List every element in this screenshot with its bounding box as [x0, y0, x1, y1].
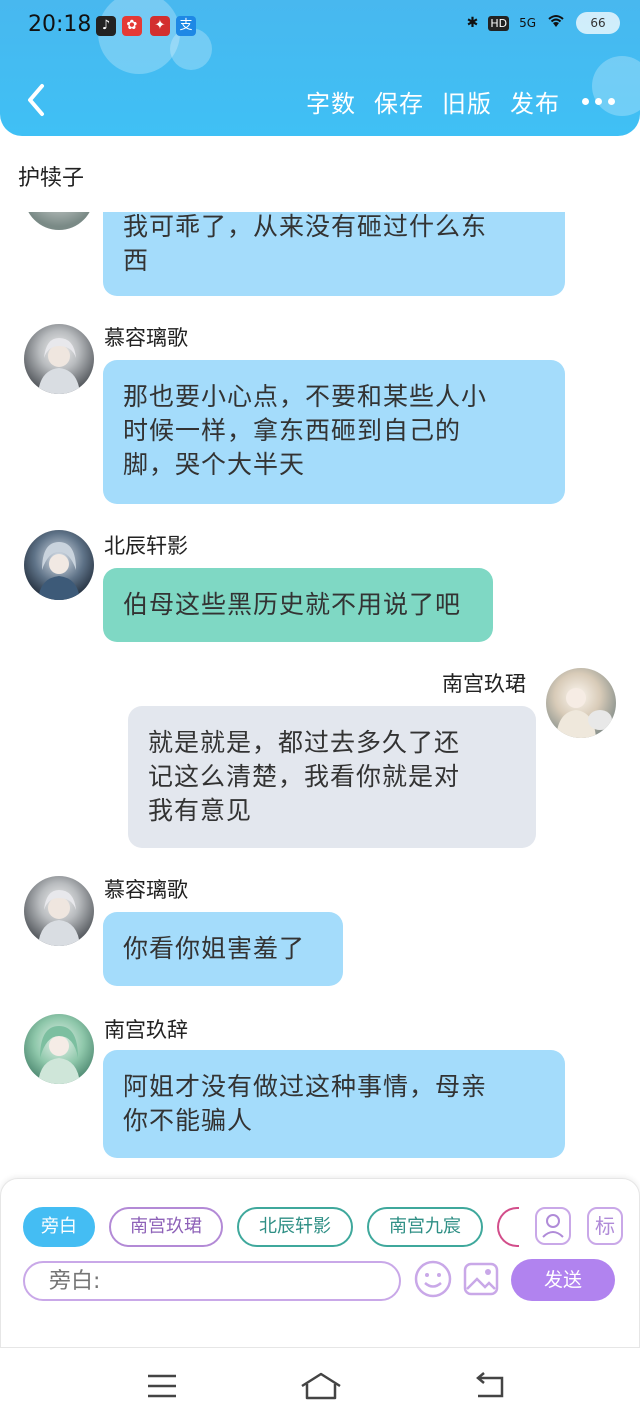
- chat-title: 护犊子: [18, 166, 85, 191]
- message-input-wrapper: [23, 1261, 401, 1301]
- message-line: 我可乖了，从来没有砸过什么东: [123, 212, 488, 241]
- role-chip[interactable]: 南宫玖珺: [109, 1207, 223, 1247]
- home-icon: [301, 1372, 341, 1400]
- message-line: 你不能骗人: [123, 1106, 254, 1135]
- chevron-left-icon: [28, 84, 44, 116]
- speaker-name: 慕容璃歌: [104, 878, 188, 902]
- image-icon: [463, 1262, 499, 1296]
- back-icon: [476, 1372, 504, 1398]
- save-button[interactable]: 保存: [374, 84, 424, 119]
- role-chip[interactable]: 北辰轩影: [237, 1207, 353, 1247]
- emoji-icon: [414, 1260, 452, 1298]
- publish-button[interactable]: 发布: [510, 84, 560, 119]
- character-button[interactable]: [535, 1207, 571, 1245]
- message-line: 时候一样，拿东西砸到自己的: [123, 416, 462, 445]
- screen: 20:18 ♪ ✿ ✦ 支 ✱ HD 5G 66 字数 保存 旧版 发布 护犊子…: [0, 0, 640, 1422]
- tag-button[interactable]: 标: [587, 1207, 623, 1245]
- more-dot: [607, 98, 615, 105]
- tiktok-icon: ♪: [96, 16, 116, 36]
- avatar-portrait-icon: [38, 890, 80, 946]
- speaker-name: 南宫玖辞: [104, 1018, 188, 1042]
- more-dot: [581, 98, 589, 105]
- more-dot: [594, 98, 602, 105]
- back-nav-button[interactable]: [470, 1368, 510, 1404]
- input-panel: 旁白 南宫玖珺 北辰轩影 南宫九宸 标 发送: [0, 1178, 640, 1348]
- header-toolbar: 字数 保存 旧版 发布: [306, 84, 618, 119]
- system-nav-bar: [0, 1348, 640, 1422]
- message-line: 阿姐才没有做过这种事情，母亲: [123, 1072, 488, 1101]
- battery-indicator: 66: [576, 12, 620, 34]
- avatar-portrait-icon: [38, 1026, 80, 1084]
- message-line: 西: [123, 246, 150, 275]
- avatar-murong-lige[interactable]: [24, 324, 94, 394]
- word-count-button[interactable]: 字数: [306, 84, 356, 119]
- message-bubble[interactable]: 你看你姐害羞了: [103, 912, 343, 986]
- bluetooth-icon: ✱: [466, 15, 479, 31]
- old-version-button[interactable]: 旧版: [442, 84, 492, 119]
- avatar-portrait-icon: [556, 688, 612, 738]
- message-line: 伯母这些黑历史就不用说了吧: [123, 590, 462, 619]
- status-indicators: ✱ HD 5G 66: [467, 12, 620, 34]
- message-bubble[interactable]: 就是就是，都过去多久了还 记这么清楚，我看你就是对 我有意见: [128, 706, 536, 848]
- more-options-button[interactable]: [578, 87, 618, 117]
- message-line: 我有意见: [148, 796, 253, 825]
- speaker-name: 慕容璃歌: [104, 326, 188, 350]
- app-header: 20:18 ♪ ✿ ✦ 支 ✱ HD 5G 66 字数 保存 旧版 发布: [0, 0, 640, 136]
- app-notification-icon: ✦: [150, 16, 170, 36]
- message-bubble[interactable]: 那也要小心点，不要和某些人小 时候一样，拿东西砸到自己的 脚，哭个大半天: [103, 360, 565, 504]
- home-nav-button[interactable]: [298, 1368, 344, 1404]
- avatar-nangong-jiujun[interactable]: [546, 668, 616, 738]
- alipay-icon: 支: [176, 16, 196, 36]
- signal-5g: 5G: [519, 16, 536, 30]
- role-chip-narration[interactable]: 旁白: [23, 1207, 95, 1247]
- avatar-beichen-xuanying[interactable]: [24, 530, 94, 600]
- avatar[interactable]: [24, 212, 94, 230]
- chat-area[interactable]: 我可乖了，从来没有砸过什么东 西 慕容璃歌 那也要小心点，不要和某些人小 时候一…: [0, 212, 640, 1178]
- message-line: 那也要小心点，不要和某些人小: [123, 382, 488, 411]
- avatar-nangong-jiuci[interactable]: [24, 1014, 94, 1084]
- message-line: 脚，哭个大半天: [123, 450, 306, 479]
- message-line: 就是就是，都过去多久了还: [148, 728, 461, 757]
- message-line: 你看你姐害羞了: [123, 934, 306, 963]
- avatar-portrait-icon: [38, 338, 80, 394]
- image-button[interactable]: [461, 1259, 501, 1299]
- message-input[interactable]: [25, 1263, 399, 1299]
- person-icon: [542, 1214, 564, 1238]
- avatar-murong-lige[interactable]: [24, 876, 94, 946]
- avatar-portrait-icon: [38, 542, 80, 600]
- emoji-button[interactable]: [413, 1259, 453, 1299]
- speaker-name: 北辰轩影: [104, 534, 188, 558]
- status-bar: 20:18 ♪ ✿ ✦ 支 ✱ HD 5G 66: [0, 0, 640, 52]
- back-button[interactable]: [20, 80, 54, 120]
- menu-icon: [148, 1374, 176, 1398]
- role-chip[interactable]: 南宫九宸: [367, 1207, 483, 1247]
- send-button[interactable]: 发送: [511, 1259, 615, 1301]
- speaker-name: 南宫玖珺: [442, 672, 526, 696]
- message-line: 记这么清楚，我看你就是对: [148, 762, 461, 791]
- message-bubble[interactable]: 伯母这些黑历史就不用说了吧: [103, 568, 493, 642]
- app-notification-icon: ✿: [122, 16, 142, 36]
- role-chip-partial[interactable]: [497, 1207, 519, 1247]
- message-bubble[interactable]: 阿姐才没有做过这种事情，母亲 你不能骗人: [103, 1050, 565, 1158]
- menu-nav-button[interactable]: [142, 1368, 182, 1404]
- hd-badge: HD: [488, 15, 510, 31]
- status-time: 20:18: [28, 12, 92, 37]
- message-bubble[interactable]: 我可乖了，从来没有砸过什么东 西: [103, 212, 565, 296]
- wifi-icon: [546, 13, 566, 33]
